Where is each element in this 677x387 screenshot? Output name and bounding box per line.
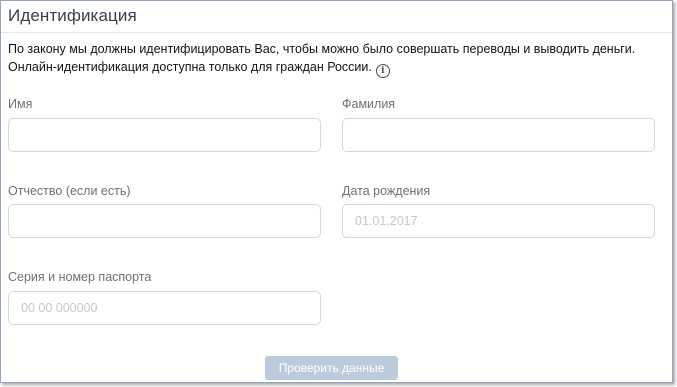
identification-panel: Идентификация По закону мы должны иденти… [0,0,673,383]
first-name-label: Имя [8,97,33,111]
verify-data-button[interactable]: Проверить данные [265,356,398,380]
info-icon[interactable]: i [375,64,390,78]
title-divider [1,32,672,33]
description-line-1: По закону мы должны идентифицировать Вас… [8,42,636,56]
description: По закону мы должны идентифицировать Вас… [8,40,672,78]
page-title: Идентификация [8,6,137,25]
first-name-input[interactable] [8,118,321,152]
last-name-label: Фамилия [342,97,396,111]
passport-input[interactable] [8,291,321,325]
description-line-2-wrap: Онлайн-идентификация доступна только для… [8,58,672,78]
last-name-input[interactable] [342,118,655,152]
middle-name-label: Отчество (если есть) [8,184,131,198]
middle-name-input[interactable] [8,204,321,238]
description-line-2: Онлайн-идентификация доступна только для… [8,60,372,74]
passport-label: Серия и номер паспорта [8,270,152,284]
birth-date-label: Дата рождения [342,184,431,198]
birth-date-input[interactable] [342,204,655,238]
